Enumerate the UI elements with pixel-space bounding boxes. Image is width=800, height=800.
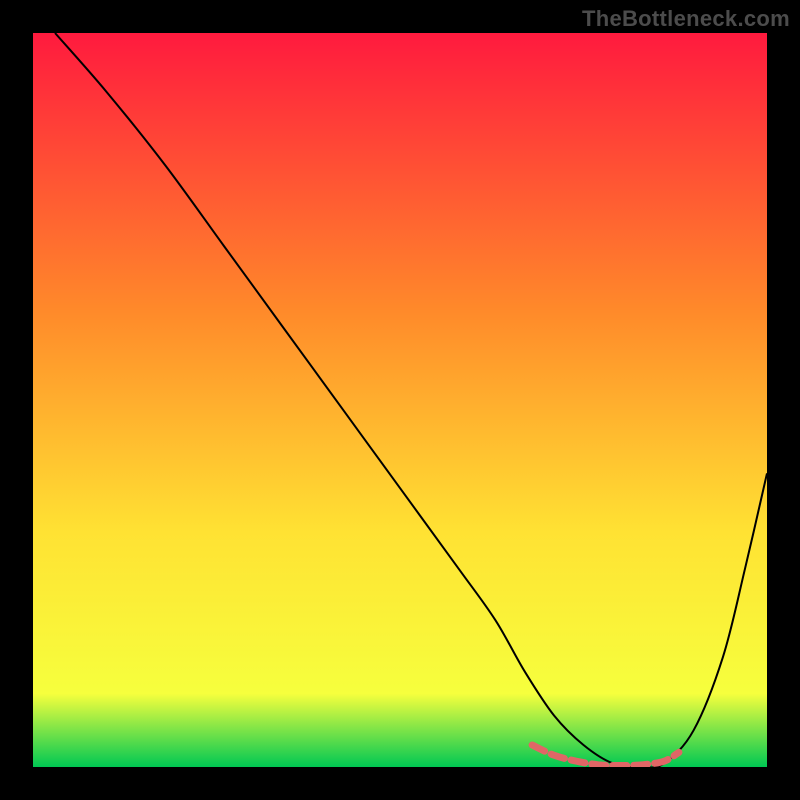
chart-frame: TheBottleneck.com	[0, 0, 800, 800]
plot-area	[33, 33, 767, 767]
watermark-text: TheBottleneck.com	[582, 6, 790, 32]
gradient-background	[33, 33, 767, 767]
chart-svg	[33, 33, 767, 767]
